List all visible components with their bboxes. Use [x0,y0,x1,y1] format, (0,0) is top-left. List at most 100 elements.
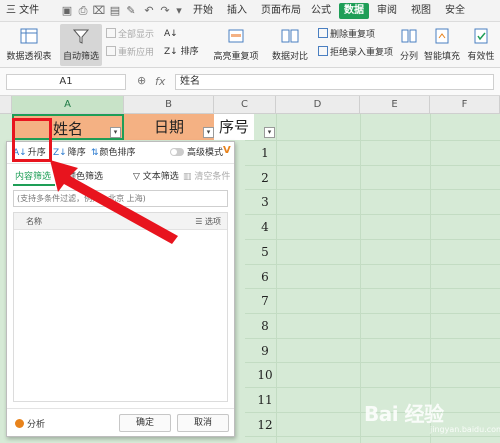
zoom-icon[interactable]: ⊕ [137,74,151,90]
file-menu[interactable]: 三 文件 [2,3,43,19]
tab-home[interactable]: 开始 [188,3,218,19]
reapply-button[interactable]: 重新应用 [106,46,154,59]
advanced-mode-label: 高级模式 [187,148,224,158]
text-filter-button[interactable]: ▽ 文本筛选 [133,170,179,184]
highlight-duplicates-button[interactable]: 高亮重复项 [208,24,264,66]
sort-label: 排序 [180,47,199,57]
highlight-duplicates-icon [228,29,244,43]
sort-by-color-button[interactable]: ⇅颜色排序 [91,146,136,160]
cell-serial-number[interactable]: 12 [250,418,280,432]
column-header-d[interactable]: D [276,96,360,114]
column-header-c[interactable]: C [214,96,276,114]
reapply-icon [106,46,116,56]
cancel-button[interactable]: 取消 [177,414,229,432]
cell-serial-number[interactable]: 7 [250,294,280,308]
filter-dropdown-b-icon[interactable]: ▾ [203,127,214,138]
clear-condition-button[interactable]: ▥ 清空条件 [183,170,230,184]
column-header-f[interactable]: F [430,96,500,114]
gridline [245,312,500,314]
tab-insert[interactable]: 插入 [222,3,252,19]
sort-asc-quick-icon[interactable]: A↓ [164,28,178,41]
quick-access-dropdown-icon[interactable]: ▾ [172,4,186,18]
active-tab-indicator [13,184,55,186]
redo-icon[interactable]: ↷ [158,4,172,18]
split-column-button[interactable]: 分列 [398,24,420,66]
split-column-label: 分列 [399,52,418,62]
format-painter-icon[interactable]: ✎ [124,4,138,18]
sort-descending-button[interactable]: Z↓降序 [53,146,86,160]
filter-search-input[interactable] [13,190,228,207]
sort-by-color-label: 颜色排序 [99,148,136,158]
pivot-table-button[interactable]: 数据透视表 [4,24,54,66]
menu-bar: 三 文件 ▣ ⎙ ⌧ ▤ ✎ ↶ ↷ ▾ 开始 插入 页面布局 公式 数据 审阅… [0,0,500,22]
data-compare-button[interactable]: 数据对比 [264,24,316,66]
ok-button[interactable]: 确定 [119,414,171,432]
cell-b1-date[interactable]: 日期 [124,114,214,140]
sort-by-color-icon: ⇅ [91,148,99,158]
cell-serial-number[interactable]: 9 [250,344,280,358]
auto-filter-label: 自动筛选 [62,52,99,62]
analysis-button[interactable]: 分析 [15,417,45,430]
pivot-table-icon [20,28,38,44]
save-icon[interactable]: ▣ [60,4,74,18]
sort-icon: Z↓ [164,47,178,57]
filter-dropdown-a-icon[interactable]: ▾ [110,127,121,138]
text-filter-icon: ▽ [133,172,143,182]
analysis-label: 分析 [27,420,46,430]
auto-filter-button[interactable]: 自动筛选 [60,24,102,66]
select-all-corner[interactable] [0,96,12,114]
filter-dropdown-c-icon[interactable]: ▾ [264,127,275,138]
pivot-table-label: 数据透视表 [6,52,52,62]
cell-serial-number[interactable]: 1 [250,146,280,160]
filter-value-list[interactable]: 名称 ☰ 选项 [13,212,228,402]
print-preview-icon[interactable]: ⎙ [76,4,90,18]
reject-duplicates-button[interactable]: 拒绝录入重复项 [318,46,393,59]
cell-serial-number[interactable]: 10 [250,368,280,382]
validity-button[interactable]: 有效性 [464,24,498,66]
cell-serial-number[interactable]: 3 [250,195,280,209]
show-all-label: 全部显示 [118,30,155,40]
tab-page-layout[interactable]: 页面布局 [256,3,306,19]
filter-panel-footer: 分析 确定 取消 [7,408,234,436]
tab-color-filter[interactable]: 颜色筛选 [67,170,103,184]
watermark-subtext: jingyan.baidu.com [430,425,500,434]
column-header-a[interactable]: A [12,96,124,114]
gridline [245,140,500,141]
options-button[interactable]: ☰ 选项 [195,216,221,227]
cell-serial-number[interactable]: 11 [250,393,280,407]
smart-fill-button[interactable]: 智能填充 [422,24,462,66]
print-icon[interactable]: ⌧ [92,4,106,18]
sort-button[interactable]: Z↓ 排序 [164,46,199,59]
text-filter-label: 文本筛选 [142,172,179,182]
highlight-duplicates-label: 高亮重复项 [213,52,259,62]
cell-c1-serial[interactable]: 序号 [214,114,254,140]
show-all-button[interactable]: 全部显示 [106,28,154,41]
fx-icon[interactable]: fx [155,74,171,90]
cell-serial-number[interactable]: 6 [250,270,280,284]
remove-duplicates-icon [318,28,328,38]
tab-formulas[interactable]: 公式 [306,3,336,19]
column-header-e[interactable]: E [360,96,430,114]
cell-serial-number[interactable]: 5 [250,245,280,259]
tab-data[interactable]: 数据 [339,3,369,19]
remove-duplicates-button[interactable]: 删除重复项 [318,28,375,41]
data-compare-label: 数据对比 [271,52,308,62]
tab-security[interactable]: 安全 [440,3,470,19]
cell-serial-number[interactable]: 2 [250,171,280,185]
split-column-icon [401,29,417,43]
cell-serial-number[interactable]: 4 [250,220,280,234]
gridline [245,164,500,166]
formula-input[interactable]: 姓名 [175,74,494,90]
undo-icon[interactable]: ↶ [142,4,156,18]
name-box[interactable]: A1 [6,74,126,90]
watermark-logo: Bai 经验 jingyan.baidu.com [364,398,500,438]
export-pdf-icon[interactable]: ▤ [108,4,122,18]
tab-view[interactable]: 视图 [406,3,436,19]
gridline [245,288,500,290]
tab-review[interactable]: 审阅 [372,3,402,19]
advanced-mode-toggle[interactable] [170,148,184,156]
cell-serial-number[interactable]: 8 [250,319,280,333]
column-header-b[interactable]: B [124,96,214,114]
tab-content-filter[interactable]: 内容筛选 [15,170,51,184]
ribbon-toolbar: 数据透视表 自动筛选 全部显示 重新应用 A↓ Z↓ 排序 高亮重复项 数据对比… [0,22,500,68]
